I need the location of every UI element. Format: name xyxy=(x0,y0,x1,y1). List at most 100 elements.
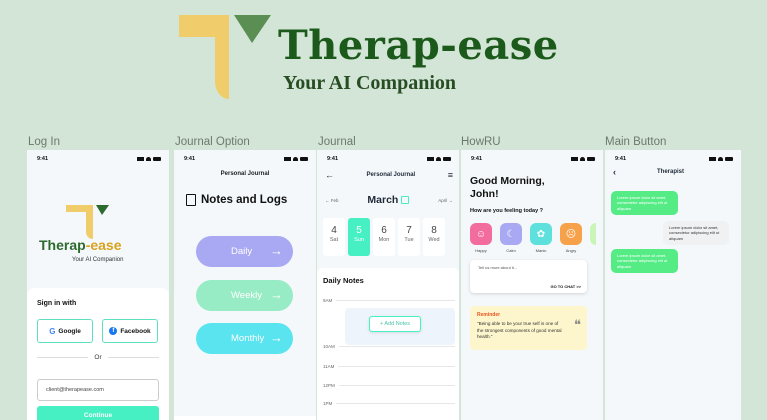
status-time: 9:41 xyxy=(37,156,49,162)
current-month: March xyxy=(367,194,410,206)
next-month-label: April xyxy=(438,197,448,203)
frame-label-main-button: Main Button xyxy=(605,136,667,148)
day-weekday: Tue xyxy=(404,237,414,243)
greeting-name: John! xyxy=(470,187,499,200)
mood-selector: ☺ Happy ☾ Calm ✿ Manic ☹ Angry xyxy=(470,223,596,253)
day-weekday: Sun xyxy=(354,237,364,243)
hour-row: 11AM xyxy=(323,364,455,369)
notes-slot: + Add Notes xyxy=(345,308,455,345)
page-title: Personal Journal xyxy=(366,172,416,178)
continue-button[interactable]: Continue xyxy=(37,406,159,420)
day-item[interactable]: 7 Tue xyxy=(398,218,420,256)
status-icons xyxy=(709,157,733,161)
mood-calm[interactable]: ☾ Calm xyxy=(500,223,522,253)
flower-icon: ✿ xyxy=(530,223,552,245)
mood-angry[interactable]: ☹ Angry xyxy=(560,223,582,253)
greeting: Good Morning, John! xyxy=(470,175,545,200)
daily-option-button[interactable]: Daily → xyxy=(196,236,293,267)
mood-more[interactable] xyxy=(590,223,596,253)
status-bar: 9:41 xyxy=(327,154,451,164)
hour-label: 11AM xyxy=(323,364,335,369)
reminder-title: Reminder xyxy=(477,312,501,318)
day-item[interactable]: 4 Sat xyxy=(323,218,345,256)
monthly-label: Monthly xyxy=(231,333,265,344)
signin-title: Sign in with xyxy=(37,300,77,307)
back-arrow-icon[interactable]: ← xyxy=(325,170,334,180)
daily-notes-title: Daily Notes xyxy=(323,276,364,285)
status-bar: 9:41 xyxy=(184,154,308,164)
login-screen: 9:41 Therap-ease Your AI Companion Sign … xyxy=(27,150,169,420)
bottom-bar xyxy=(174,416,316,420)
login-subtitle: Your AI Companion xyxy=(72,257,124,263)
status-icons xyxy=(284,157,308,161)
notes-logs-label: Notes and Logs xyxy=(201,194,288,206)
smile-icon: ☺ xyxy=(470,223,492,245)
weekly-option-button[interactable]: Weekly → xyxy=(196,280,293,311)
status-bar: 9:41 xyxy=(37,154,161,164)
google-label: Google xyxy=(58,327,81,335)
notes-logs-heading: Notes and Logs xyxy=(186,194,287,206)
more-mood-icon xyxy=(590,223,596,245)
login-brand: Therap-ease xyxy=(39,237,122,253)
day-item[interactable]: 6 Mon xyxy=(373,218,395,256)
google-signin-button[interactable]: G Google xyxy=(37,319,93,343)
tell-more-placeholder: Tell us more about it... xyxy=(478,265,518,270)
day-number: 5 xyxy=(356,225,362,236)
arrow-right-icon: → xyxy=(270,330,283,345)
angry-icon: ☹ xyxy=(560,223,582,245)
prev-month-button[interactable]: ← Feb xyxy=(325,198,339,203)
weekly-label: Weekly xyxy=(231,290,262,301)
day-weekday: Sat xyxy=(329,237,339,243)
chat-message-ai: Lorem ipsum dolor sit amet, consectetur … xyxy=(611,191,678,216)
hour-label: 1PM xyxy=(323,401,333,406)
status-time: 9:41 xyxy=(184,156,196,162)
menu-icon[interactable]: ≡ xyxy=(448,170,453,180)
monthly-option-button[interactable]: Monthly → xyxy=(196,323,293,354)
day-item-selected[interactable]: 5 Sun xyxy=(348,218,370,256)
status-icons xyxy=(427,157,451,161)
facebook-label: Facebook xyxy=(120,327,151,335)
day-number: 6 xyxy=(381,225,387,236)
day-number: 8 xyxy=(431,225,437,236)
facebook-signin-button[interactable]: f Facebook xyxy=(102,319,158,343)
page-title: Personal Journal xyxy=(220,171,270,177)
daily-notes-panel: Daily Notes 9AM + Add Notes 10AM 11AM 12… xyxy=(317,268,459,420)
hour-label: 9AM xyxy=(323,298,333,303)
arrow-right-icon: → xyxy=(270,287,283,302)
chat-message-user: Lorem ipsum dolor sit amet, consectetur … xyxy=(663,221,729,246)
chat-header: ‹ Therapist xyxy=(613,167,733,177)
tell-more-input[interactable]: Tell us more about it... GO TO CHAT >> xyxy=(470,260,587,293)
notebook-icon xyxy=(186,194,196,206)
next-month-button[interactable]: April → xyxy=(438,198,453,203)
day-item[interactable]: 8 Wed xyxy=(423,218,445,256)
mood-label: Angry xyxy=(565,248,577,253)
day-weekday: Wed xyxy=(428,237,440,243)
hour-row: 10AM xyxy=(323,344,455,349)
app-logo-icon xyxy=(66,205,109,239)
hour-row: 1PM xyxy=(323,401,455,406)
reminder-quote: "Being able to be your true self is one … xyxy=(477,321,562,340)
mood-label: Happy xyxy=(475,248,487,253)
journal-header: ← Personal Journal ≡ xyxy=(325,170,453,180)
email-field[interactable]: client@therapease.com xyxy=(37,379,159,401)
frame-label-howru: HowRU xyxy=(461,136,501,148)
hour-label: 10AM xyxy=(323,344,335,349)
therapease-logo xyxy=(179,15,271,99)
prev-month-label: Feb xyxy=(330,197,339,203)
status-bar: 9:41 xyxy=(615,154,733,164)
quote-icon: ❝ xyxy=(574,318,581,333)
status-time: 9:41 xyxy=(471,156,483,162)
or-label: Or xyxy=(94,354,102,361)
add-notes-button[interactable]: + Add Notes xyxy=(369,316,421,332)
facebook-icon: f xyxy=(109,327,118,335)
journal-screen: 9:41 ← Personal Journal ≡ ← Feb March Ap… xyxy=(317,150,459,420)
status-icons xyxy=(571,157,595,161)
howru-screen: 9:41 Good Morning, John! How are you fee… xyxy=(461,150,603,420)
google-icon: G xyxy=(49,326,56,336)
mood-label: Manic xyxy=(535,248,547,253)
mood-happy[interactable]: ☺ Happy xyxy=(470,223,492,253)
go-to-chat-link[interactable]: GO TO CHAT >> xyxy=(550,284,581,289)
mood-manic[interactable]: ✿ Manic xyxy=(530,223,552,253)
calendar-icon[interactable] xyxy=(401,196,410,204)
frame-label-journal: Journal xyxy=(318,136,356,148)
